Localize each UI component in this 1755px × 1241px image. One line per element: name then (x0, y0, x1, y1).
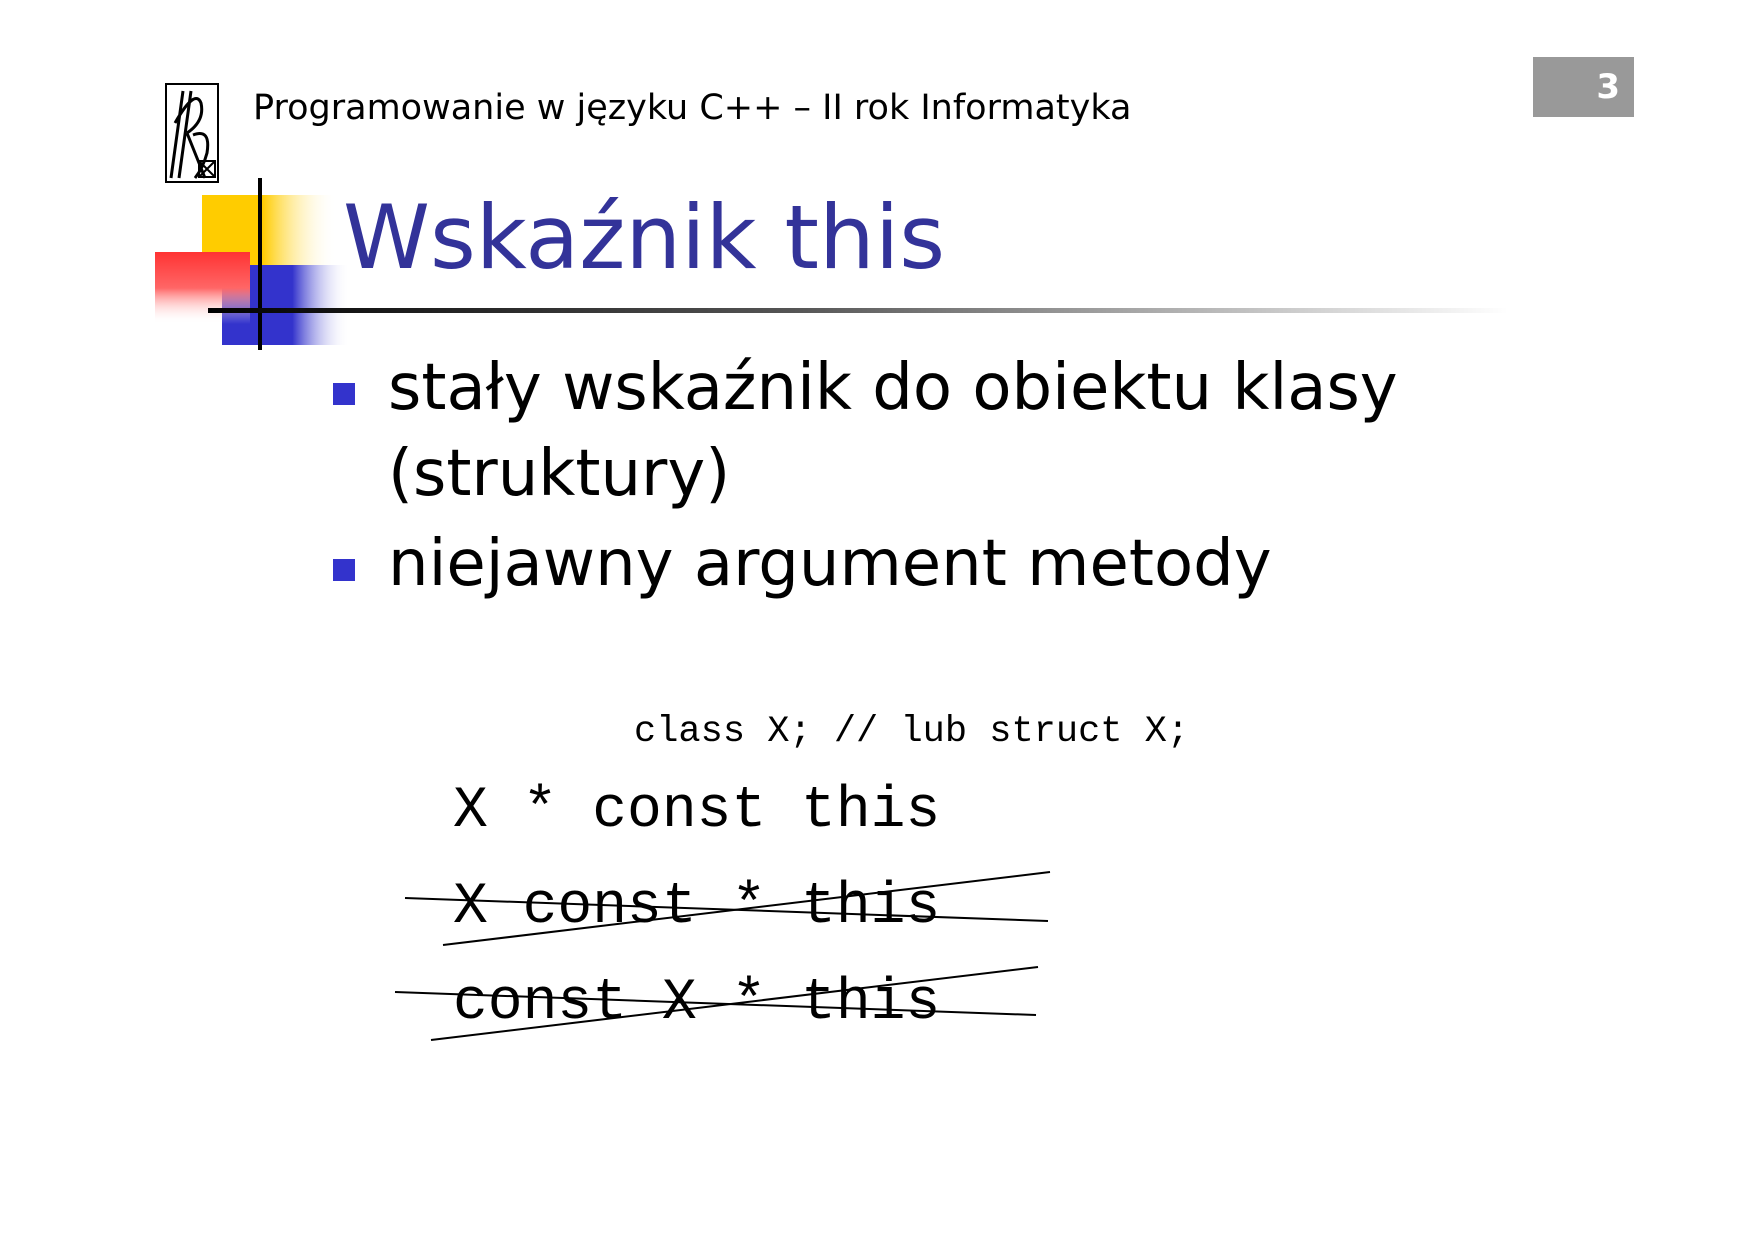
title-underline (208, 308, 1508, 313)
bullet-item: niejawny argument metody (333, 521, 1453, 607)
square-bullet-icon (333, 559, 355, 581)
code-invalid-declaration-1: X const * this (453, 875, 941, 940)
bullet-text: stały wskaźnik do obiektu klasy (struktu… (388, 351, 1398, 511)
course-header: Programowanie w języku C++ – II rok Info… (253, 88, 1132, 128)
page-number-badge: 3 (1533, 57, 1634, 117)
slide-title: Wskaźnik this (343, 186, 946, 289)
code-valid-declaration: X * const this (453, 779, 941, 844)
university-logo (165, 83, 219, 183)
bullet-item: stały wskaźnik do obiektu klasy (struktu… (333, 345, 1453, 517)
code-declaration: class X; // lub struct X; (634, 711, 1190, 753)
square-bullet-icon (333, 383, 355, 405)
bullet-list: stały wskaźnik do obiektu klasy (struktu… (333, 345, 1453, 611)
bullet-text: niejawny argument metody (388, 527, 1272, 601)
title-decoration (155, 178, 350, 350)
code-invalid-declaration-2: const X * this (453, 971, 941, 1036)
